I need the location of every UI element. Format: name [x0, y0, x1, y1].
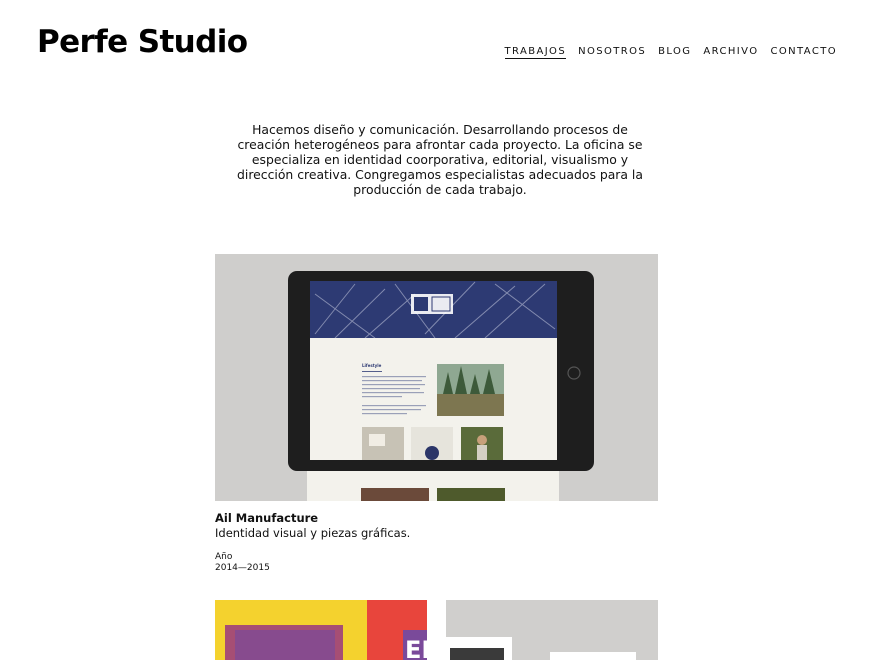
project-thumbnail-print[interactable] [446, 600, 658, 660]
project-thumbnail[interactable]: Lifestyle [215, 254, 658, 501]
project-card[interactable]: Lifestyle Ail Manufacture Identidad visu… [215, 254, 658, 573]
nav-trabajos[interactable]: TRABAJOS [504, 46, 567, 59]
project-year-label: Año [215, 552, 233, 562]
nav-nosotros[interactable]: NOSOTROS [578, 46, 646, 59]
tablet-mockup-image: Lifestyle [288, 271, 594, 501]
project-row-2: EL [215, 600, 658, 660]
project-thumbnail-poster[interactable]: EL [215, 600, 427, 660]
intro-text: Hacemos diseño y comunicación. Desarroll… [237, 122, 643, 197]
project-description: Identidad visual y piezas gráficas. [215, 526, 411, 540]
project-year: 2014—2015 [215, 563, 270, 573]
nav-blog[interactable]: BLOG [658, 46, 691, 59]
project-title[interactable]: Ail Manufacture [215, 511, 658, 525]
nav-archivo[interactable]: ARCHIVO [703, 46, 758, 59]
site-logo[interactable]: Perfe Studio [37, 24, 248, 60]
poster-image: EL [215, 600, 427, 660]
screen-heading: Lifestyle [362, 363, 382, 368]
print-image [446, 600, 658, 660]
poster-text: EL [405, 636, 427, 660]
main-nav: TRABAJOS NOSOTROS BLOG ARCHIVO CONTACTO [504, 46, 838, 59]
nav-contacto[interactable]: CONTACTO [771, 46, 838, 59]
